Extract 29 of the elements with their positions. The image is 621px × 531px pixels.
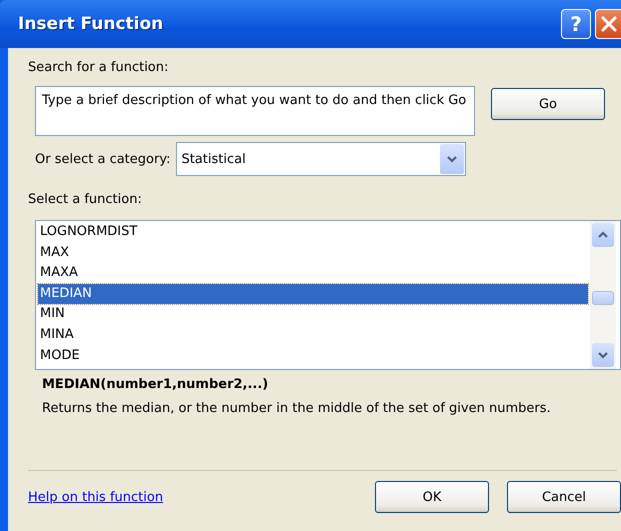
function-item[interactable]: MIN: [38, 304, 588, 325]
search-label: Search for a function:: [28, 59, 170, 77]
ok-button[interactable]: OK: [375, 481, 489, 513]
category-dropdown[interactable]: Statistical: [176, 142, 466, 176]
chevron-down-icon: [598, 351, 608, 359]
function-item[interactable]: MEDIAN: [38, 284, 588, 304]
window-title: Insert Function: [18, 14, 164, 34]
function-list-label: Select a function:: [28, 191, 143, 209]
function-signature: MEDIAN(number1,number2,...): [42, 376, 270, 394]
function-item[interactable]: MAX: [38, 242, 588, 264]
help-link[interactable]: Help on this function: [28, 490, 164, 504]
chevron-down-icon: [447, 155, 458, 163]
scroll-up-button[interactable]: [592, 223, 614, 247]
function-item[interactable]: MINA: [38, 324, 588, 346]
category-label: Or select a category:: [35, 152, 170, 166]
help-button[interactable]: ?: [561, 9, 591, 39]
scrollbar[interactable]: [590, 221, 616, 369]
function-item[interactable]: MODE: [38, 346, 588, 366]
close-icon: [600, 15, 618, 33]
chevron-up-icon: [598, 231, 608, 239]
function-item[interactable]: MAXA: [38, 263, 588, 284]
go-button[interactable]: Go: [491, 88, 605, 120]
function-description: Returns the median, or the number in the middle of the set of given numbers.: [42, 400, 552, 418]
scroll-down-button[interactable]: [592, 343, 614, 367]
search-field[interactable]: Type a brief description of what you want to do and then click Go: [35, 86, 475, 136]
scroll-thumb[interactable]: [592, 291, 614, 305]
close-button[interactable]: [595, 9, 621, 39]
cancel-button[interactable]: Cancel: [507, 481, 621, 513]
function-item[interactable]: LOGNORMDIST: [38, 222, 588, 243]
